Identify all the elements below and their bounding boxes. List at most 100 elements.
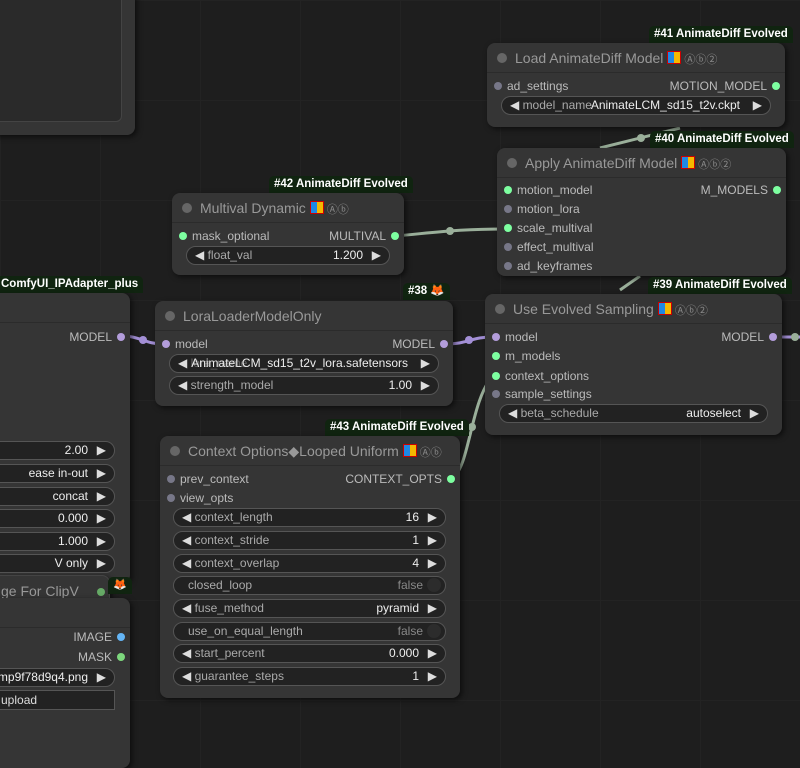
widget-context-overlap[interactable]: context_overlap 4 ▶ bbox=[173, 554, 446, 573]
output-multival[interactable]: MULTIVAL bbox=[329, 227, 399, 245]
arrow-right-icon[interactable]: ▶ bbox=[421, 355, 430, 372]
arrow-right-icon[interactable]: ▶ bbox=[428, 668, 437, 685]
output-image[interactable]: IMAGE bbox=[73, 628, 125, 646]
widget-label: guarantee_steps bbox=[182, 668, 284, 685]
link-midpoint bbox=[791, 333, 799, 341]
widget-fuse-method[interactable]: fuse_method pyramid ▶ bbox=[173, 599, 446, 618]
input-prev-context[interactable]: prev_context bbox=[167, 470, 249, 488]
lora-loader-node[interactable]: LoraLoaderModelOnly model MODEL lora_name… bbox=[155, 301, 453, 406]
output-dot[interactable] bbox=[97, 588, 105, 596]
arrow-right-icon[interactable]: ▶ bbox=[97, 510, 106, 527]
multival-dynamic-node[interactable]: Multival Dynamic Ⓐⓑ mask_optional MULTIVAL… bbox=[172, 193, 404, 275]
input-context-options[interactable]: context_options bbox=[491, 367, 589, 385]
output-context-opts[interactable]: CONTEXT_OPTS bbox=[345, 470, 455, 488]
arrow-right-icon[interactable]: ▶ bbox=[428, 645, 437, 662]
output-model[interactable]: MODEL bbox=[69, 328, 125, 346]
collapse-dot-icon[interactable] bbox=[170, 446, 180, 456]
input-view-opts[interactable]: view_opts bbox=[166, 489, 233, 507]
collapse-dot-icon[interactable] bbox=[497, 53, 507, 63]
use-evolved-sampling-node[interactable]: Use Evolved Sampling Ⓐⓑ② model MODEL m_mod… bbox=[485, 294, 782, 435]
input-m-models[interactable]: m_models bbox=[491, 347, 560, 365]
input-effect-multival[interactable]: effect_multival bbox=[503, 238, 593, 256]
arrow-right-icon[interactable]: ▶ bbox=[97, 555, 106, 572]
input-ad-settings[interactable]: ad_settings bbox=[493, 77, 568, 95]
widget-weight-type[interactable]: ease in-out ▶ bbox=[0, 464, 115, 483]
widget-weight[interactable]: 2.00 ▶ bbox=[0, 441, 115, 460]
toggle-use-on-equal-length[interactable]: use_on_equal_length false bbox=[173, 622, 446, 641]
partial-node-top-left[interactable] bbox=[0, 0, 135, 135]
widget-model-name[interactable]: model_nameAnimateLCM_sd15_t2v.ckpt ▶ bbox=[501, 96, 771, 115]
output-model[interactable]: MODEL bbox=[721, 328, 777, 346]
arrow-right-icon[interactable]: ▶ bbox=[97, 465, 106, 482]
toggle-closed-loop[interactable]: closed_loop false bbox=[173, 576, 446, 595]
input-motion-model[interactable]: motion_model bbox=[503, 181, 592, 199]
widget-value: 4 bbox=[412, 556, 419, 570]
arrow-right-icon[interactable]: ▶ bbox=[372, 247, 381, 264]
load-image-node[interactable]: IMAGE MASK mp9f78d9q4.png ▶ upload bbox=[0, 598, 130, 768]
node-title-bar[interactable] bbox=[0, 293, 130, 323]
info-icons[interactable]: Ⓐⓑ② bbox=[684, 54, 717, 66]
widget-embeds-scaling[interactable]: V only ▶ bbox=[0, 554, 115, 573]
node-title-bar[interactable]: Apply AnimateDiff Model Ⓐⓑ② bbox=[497, 148, 786, 178]
upload-button[interactable]: upload bbox=[0, 690, 115, 710]
input-scale-multival[interactable]: scale_multival bbox=[503, 219, 592, 237]
arrow-right-icon[interactable]: ▶ bbox=[428, 509, 437, 526]
info-icons[interactable]: Ⓐⓑ bbox=[327, 204, 349, 216]
info-icons[interactable]: Ⓐⓑ bbox=[420, 447, 442, 459]
node-title-bar[interactable]: LoraLoaderModelOnly bbox=[155, 301, 453, 331]
input-model[interactable]: model bbox=[492, 328, 538, 346]
widget-beta-schedule[interactable]: beta_schedule autoselect ▶ bbox=[499, 404, 768, 423]
collapse-dot-icon[interactable] bbox=[165, 311, 175, 321]
node-title-bar[interactable]: Use Evolved Sampling Ⓐⓑ② bbox=[485, 294, 782, 324]
collapse-dot-icon[interactable] bbox=[507, 158, 517, 168]
widget-start-at[interactable]: 0.000 ▶ bbox=[0, 509, 115, 528]
widget-float-val[interactable]: float_val 1.200 ▶ bbox=[186, 246, 390, 265]
arrow-right-icon[interactable]: ▶ bbox=[750, 405, 759, 422]
link-midpoint bbox=[637, 134, 645, 142]
collapse-dot-icon[interactable] bbox=[182, 203, 192, 213]
toggle-knob[interactable] bbox=[427, 624, 441, 638]
collapse-dot-icon[interactable] bbox=[495, 304, 505, 314]
output-m-models[interactable]: M_MODELS bbox=[701, 181, 782, 199]
node-title-bar[interactable] bbox=[0, 598, 130, 628]
arrow-right-icon[interactable]: ▶ bbox=[97, 669, 106, 686]
widget-lora-name[interactable]: lora_nameAnimateLCM_sd15_t2v_lora.safete… bbox=[169, 354, 439, 373]
widget-strength-model[interactable]: strength_model 1.00 ▶ bbox=[169, 376, 439, 395]
arrow-right-icon[interactable]: ▶ bbox=[428, 532, 437, 549]
context-options-node[interactable]: Context Options◆Looped Uniform Ⓐⓑ prev_co… bbox=[160, 436, 460, 698]
widget-guarantee-steps[interactable]: guarantee_steps 1 ▶ bbox=[173, 667, 446, 686]
arrow-right-icon[interactable]: ▶ bbox=[421, 377, 430, 394]
widget-image[interactable]: mp9f78d9q4.png ▶ bbox=[0, 668, 115, 687]
widget-label: closed_loop bbox=[188, 578, 253, 592]
arrow-right-icon[interactable]: ▶ bbox=[753, 97, 762, 114]
text-area[interactable] bbox=[0, 0, 122, 122]
apply-animatediff-node[interactable]: Apply AnimateDiff Model Ⓐⓑ② motion_model M… bbox=[497, 148, 786, 276]
arrow-right-icon[interactable]: ▶ bbox=[428, 555, 437, 572]
info-icons[interactable]: Ⓐⓑ② bbox=[698, 159, 731, 171]
widget-context-length[interactable]: context_length 16 ▶ bbox=[173, 508, 446, 527]
node-title-bar[interactable]: Load AnimateDiff Model Ⓐⓑ② bbox=[487, 43, 785, 73]
node-title-bar[interactable]: Multival Dynamic Ⓐⓑ bbox=[172, 193, 404, 223]
info-icons[interactable]: Ⓐⓑ② bbox=[675, 305, 708, 317]
input-model[interactable]: model bbox=[162, 335, 208, 353]
input-mask-optional[interactable]: mask_optional bbox=[178, 227, 269, 245]
output-motion-model[interactable]: MOTION_MODEL bbox=[670, 77, 781, 95]
node-title-bar[interactable]: Context Options◆Looped Uniform Ⓐⓑ bbox=[160, 436, 460, 466]
input-sample-settings[interactable]: sample_settings bbox=[492, 385, 592, 403]
ipadapter-node[interactable]: MODEL 2.00 ▶ ease in-out ▶ concat ▶ 0.000 ▶ … bbox=[0, 293, 130, 583]
widget-end-at[interactable]: 1.000 ▶ bbox=[0, 532, 115, 551]
output-model[interactable]: MODEL bbox=[392, 335, 448, 353]
input-motion-lora[interactable]: motion_lora bbox=[504, 200, 580, 218]
arrow-right-icon[interactable]: ▶ bbox=[97, 488, 106, 505]
arrow-right-icon[interactable]: ▶ bbox=[97, 533, 106, 550]
arrow-right-icon[interactable]: ▶ bbox=[428, 600, 437, 617]
output-mask[interactable]: MASK bbox=[78, 648, 126, 666]
widget-label: model_name bbox=[510, 97, 592, 114]
arrow-right-icon[interactable]: ▶ bbox=[97, 442, 106, 459]
load-animatediff-node[interactable]: Load AnimateDiff Model Ⓐⓑ② ad_settings MOT… bbox=[487, 43, 785, 127]
toggle-knob[interactable] bbox=[427, 578, 441, 592]
widget-start-percent[interactable]: start_percent 0.000 ▶ bbox=[173, 644, 446, 663]
widget-combine-embeds[interactable]: concat ▶ bbox=[0, 487, 115, 506]
widget-context-stride[interactable]: context_stride 1 ▶ bbox=[173, 531, 446, 550]
input-ad-keyframes[interactable]: ad_keyframes bbox=[503, 257, 592, 275]
